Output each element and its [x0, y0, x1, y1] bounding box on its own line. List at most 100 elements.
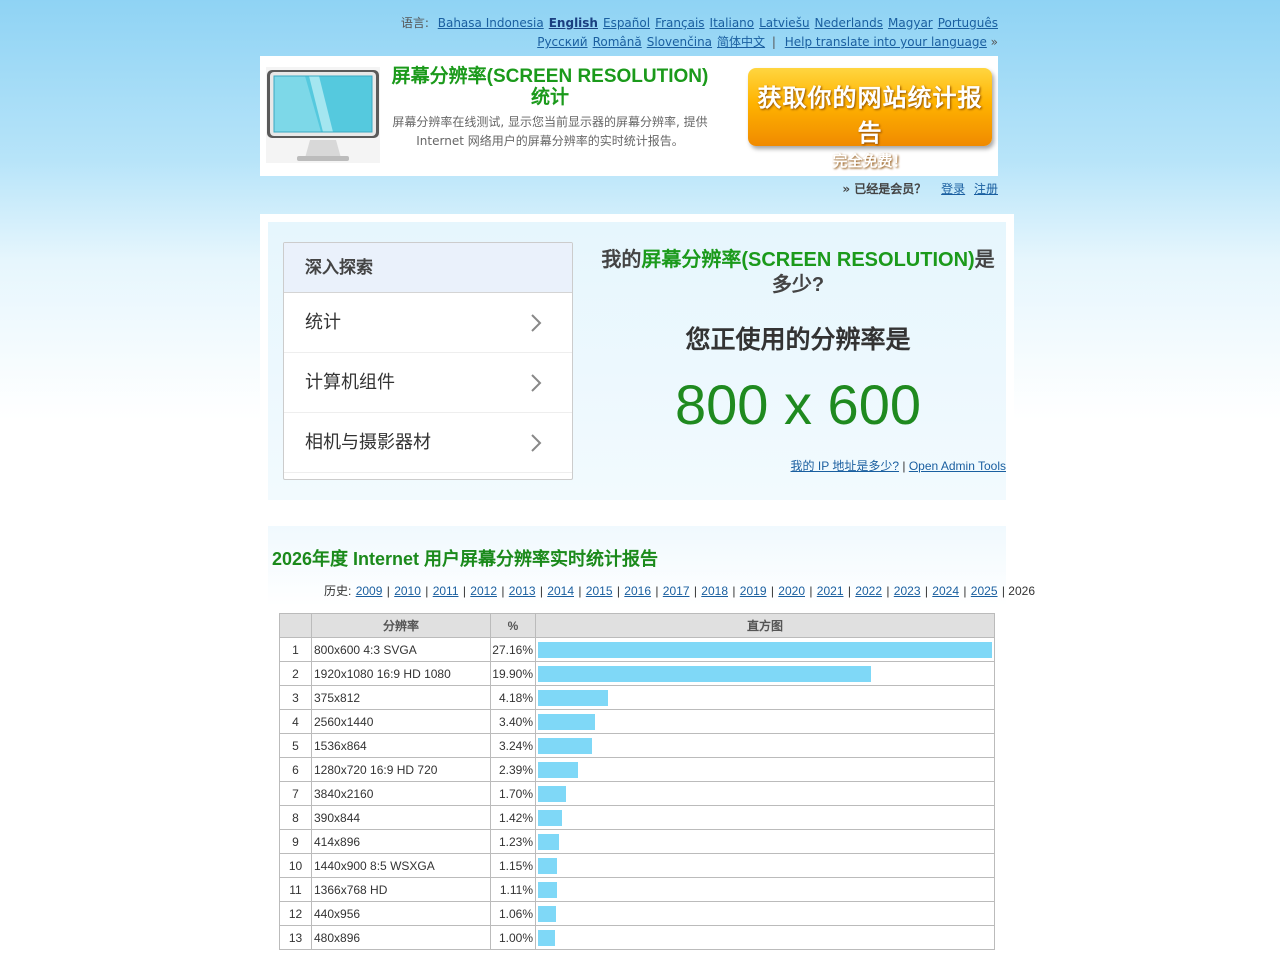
open-admin-tools-link[interactable]: Open Admin Tools [909, 459, 1006, 473]
row-percent: 1.15% [490, 853, 536, 878]
row-percent: 1.70% [490, 781, 536, 806]
table-row: 11 1366x768 HD 1.11% [279, 877, 995, 902]
table-row: 5 1536x864 3.24% [279, 733, 995, 758]
row-rank: 9 [279, 829, 312, 854]
table-row: 7 3840x2160 1.70% [279, 781, 995, 806]
history-year-link[interactable]: 2014 [547, 584, 574, 598]
history-year-link[interactable]: 2012 [470, 584, 497, 598]
history-current-year: 2026 [1008, 584, 1035, 598]
history-year-link[interactable]: 2019 [740, 584, 767, 598]
table-row: 10 1440x900 8:5 WSXGA 1.15% [279, 853, 995, 878]
promo-button[interactable]: 获取你的网站统计报告 完全免费！ [748, 68, 992, 170]
login-link[interactable]: 登录 [941, 182, 965, 196]
row-percent: 1.23% [490, 829, 536, 854]
history-links: 历史: 2009 | 2010 | 2011 | 2012 | 2013 | 2… [324, 584, 1035, 598]
table-row: 2 1920x1080 16:9 HD 1080 19.90% [279, 661, 995, 686]
history-year-link[interactable]: 2010 [394, 584, 421, 598]
language-link[interactable]: Magyar [888, 16, 933, 30]
resolution-table: 分辨率 % 直方图 1 800x600 4:3 SVGA 27.16% 2 1920x1… [279, 613, 995, 950]
language-separator: | [771, 35, 776, 49]
explore-item-computer-components[interactable]: 计算机组件 [284, 353, 572, 413]
language-link[interactable]: Português [938, 16, 998, 30]
row-resolution: 1440x900 8:5 WSXGA [311, 853, 491, 878]
history-year-link[interactable]: 2024 [932, 584, 959, 598]
row-resolution: 800x600 4:3 SVGA [311, 637, 491, 662]
row-rank: 10 [279, 853, 312, 878]
history-year-link[interactable]: 2017 [663, 584, 690, 598]
history-year-link[interactable]: 2023 [894, 584, 921, 598]
site-description: 屏幕分辨率在线测试, 显示您当前显示器的屏幕分辨率, 提供 Internet 网… [392, 115, 708, 148]
history-year-link[interactable]: 2011 [433, 584, 459, 598]
row-rank: 6 [279, 757, 312, 782]
language-bar: 语言: Bahasa Indonesia English Español França… [260, 14, 998, 52]
member-question: » 已经是会员？ [842, 182, 927, 196]
row-percent: 4.18% [490, 685, 536, 710]
explore-menu: 深入探索 统计 计算机组件 相机与摄影器材 [283, 242, 573, 480]
row-percent: 3.24% [490, 733, 536, 758]
language-link[interactable]: English [549, 16, 598, 30]
history-year-link[interactable]: 2020 [778, 584, 805, 598]
row-percent: 1.06% [490, 901, 536, 926]
row-histogram [535, 925, 995, 950]
row-rank: 13 [279, 925, 312, 950]
history-year-link[interactable]: 2021 [817, 584, 844, 598]
explore-item-cameras[interactable]: 相机与摄影器材 [284, 413, 572, 473]
history-year-link[interactable]: 2025 [971, 584, 998, 598]
row-resolution: 414x896 [311, 829, 491, 854]
row-histogram [535, 685, 995, 710]
row-percent: 2.39% [490, 757, 536, 782]
stats-section: 2026年度 Internet 用户屏幕分辨率实时统计报告 历史: 2009 |… [260, 518, 1035, 960]
language-link[interactable]: Français [655, 16, 704, 30]
row-histogram [535, 781, 995, 806]
row-histogram [535, 637, 995, 662]
language-link[interactable]: Bahasa Indonesia [438, 16, 544, 30]
row-resolution: 480x896 [311, 925, 491, 950]
language-label: 语言: [400, 16, 429, 30]
history-year-link[interactable]: 2009 [356, 584, 383, 598]
language-link[interactable]: Español [603, 16, 650, 30]
column-header-resolution: 分辨率 [311, 613, 491, 638]
language-row-2: Русский Română Slovenčina 简体中文 | Help trans… [260, 33, 998, 52]
history-year-link[interactable]: 2015 [586, 584, 613, 598]
history-year-link[interactable]: 2016 [624, 584, 651, 598]
chevron-right-icon [530, 293, 542, 353]
table-row: 13 480x896 1.00% [279, 925, 995, 950]
promo-line-2: 完全免费！ [832, 152, 908, 170]
row-rank: 1 [279, 637, 312, 662]
register-link[interactable]: 注册 [974, 182, 998, 196]
histogram-bar [538, 713, 595, 730]
language-link[interactable]: Slovenčina [647, 35, 712, 49]
main-panel: 深入探索 统计 计算机组件 相机与摄影器材 我的屏幕分辨率(SCREEN RES… [260, 214, 1014, 508]
language-link[interactable]: Nederlands [815, 16, 883, 30]
histogram-bar [538, 905, 556, 922]
table-row: 1 800x600 4:3 SVGA 27.16% [279, 637, 995, 662]
row-rank: 3 [279, 685, 312, 710]
language-link[interactable]: Русский [537, 35, 587, 49]
history-year-link[interactable]: 2018 [701, 584, 728, 598]
row-rank: 7 [279, 781, 312, 806]
row-resolution: 375x812 [311, 685, 491, 710]
histogram-bar [538, 833, 559, 850]
row-resolution: 440x956 [311, 901, 491, 926]
explore-item-stats[interactable]: 统计 [284, 293, 572, 353]
member-bar: » 已经是会员？ 登录 注册 [260, 181, 998, 197]
my-ip-link[interactable]: 我的 IP 地址是多少? [791, 459, 899, 473]
language-link[interactable]: Italiano [710, 16, 755, 30]
history-year-link[interactable]: 2013 [509, 584, 536, 598]
language-link[interactable]: Română [593, 35, 642, 49]
language-link[interactable]: Latviešu [759, 16, 809, 30]
row-percent: 1.42% [490, 805, 536, 830]
history-year-link[interactable]: 2022 [855, 584, 882, 598]
help-translate-link[interactable]: Help translate into your language [785, 35, 987, 49]
header-title-block: 屏幕分辨率(SCREEN RESOLUTION)统计 屏幕分辨率在线测试, 显示… [390, 66, 710, 151]
row-rank: 5 [279, 733, 312, 758]
histogram-bar [538, 881, 557, 898]
language-link[interactable]: 简体中文 [717, 35, 765, 49]
question-highlight: 屏幕分辨率(SCREEN RESOLUTION) [641, 249, 975, 271]
table-row: 6 1280x720 16:9 HD 720 2.39% [279, 757, 995, 782]
row-histogram [535, 877, 995, 902]
row-rank: 12 [279, 901, 312, 926]
language-row-1: 语言: Bahasa Indonesia English Español França… [260, 14, 998, 33]
row-resolution: 1536x864 [311, 733, 491, 758]
row-resolution: 1366x768 HD [311, 877, 491, 902]
